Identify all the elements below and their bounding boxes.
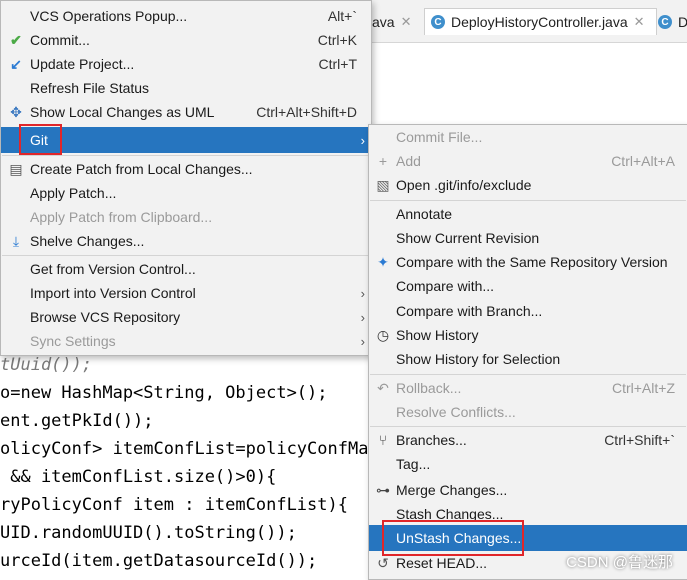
menu-item-show-history[interactable]: ◷ Show History: [369, 323, 687, 347]
patch-icon: ▤: [9, 160, 23, 177]
menu-item-commit-file: Commit File...: [396, 129, 483, 145]
menu-separator: [370, 426, 686, 427]
menu-item-branches[interactable]: ⑂ Branches... Ctrl+Shift+`: [369, 428, 687, 452]
menu-item-add: + Add Ctrl+Alt+A: [369, 149, 687, 173]
menu-separator: [370, 200, 686, 201]
menu-item-get-from-vcs[interactable]: Get from Version Control...: [1, 257, 371, 281]
menu-item-compare-same-repo-version[interactable]: ✦ Compare with the Same Repository Versi…: [369, 250, 687, 274]
menu-item-rollback: ↶ Rollback... Ctrl+Alt+Z: [369, 376, 687, 400]
close-icon[interactable]: ✕: [401, 14, 412, 30]
file-icon: ▧: [376, 176, 390, 193]
code-line: olicyConf> itemConfList=policyConfMap: [0, 439, 379, 459]
menu-item-show-current-revision[interactable]: Show Current Revision: [369, 226, 687, 250]
plus-icon: +: [378, 153, 388, 169]
menu-item-apply-patch-clipboard: Apply Patch from Clipboard...: [30, 209, 213, 225]
menu-item-compare-with-branch[interactable]: Compare with Branch...: [369, 299, 687, 323]
menu-item-show-history-selection[interactable]: Show History for Selection: [369, 347, 687, 371]
rollback-icon: ↶: [377, 379, 389, 396]
close-icon[interactable]: ✕: [634, 14, 645, 30]
code-line: UID.randomUUID().toString());: [0, 523, 297, 543]
menu-item-show-local-changes-uml[interactable]: ✥ Show Local Changes as UML Ctrl+Alt+Shi…: [1, 100, 371, 124]
menu-item-browse-vcs-repository[interactable]: Browse VCS Repository ›: [1, 305, 371, 329]
menu-item-update-project[interactable]: ↙ Update Project... Ctrl+T: [1, 52, 371, 76]
menu-item-import-into-vcs[interactable]: Import into Version Control ›: [1, 281, 371, 305]
tab-label: ava: [372, 14, 395, 30]
menu-separator: [2, 155, 370, 156]
menu-item-resolve-conflicts: Resolve Conflicts...: [396, 404, 516, 420]
editor-tab[interactable]: ava ✕: [372, 10, 411, 34]
code-line: ent.getPkId());: [0, 411, 154, 431]
chevron-right-icon: ›: [360, 333, 365, 349]
code-line: ryPolicyConf item : itemConfList){: [0, 495, 348, 515]
uml-icon: ✥: [10, 103, 22, 120]
menu-item-commit[interactable]: ✔ Commit... Ctrl+K: [1, 28, 371, 52]
chevron-right-icon: ›: [360, 285, 365, 301]
menu-separator: [2, 255, 370, 256]
editor-tab-active[interactable]: C DeployHistoryController.java ✕: [424, 8, 657, 35]
shelve-icon: ⤓: [12, 232, 20, 249]
update-arrow-icon: ↙: [10, 55, 22, 72]
chevron-right-icon: ›: [360, 132, 365, 148]
menu-item-open-git-exclude[interactable]: ▧ Open .git/info/exclude: [369, 173, 687, 197]
menu-item-refresh-file-status[interactable]: Refresh File Status: [1, 76, 371, 100]
code-line: urceId(item.getDatasourceId());: [0, 551, 318, 571]
menu-item-sync-settings: Sync Settings ›: [30, 333, 365, 349]
watermark: CSDN @鲁迷那: [566, 554, 673, 571]
compare-icon: ✦: [377, 253, 389, 270]
menu-item-create-patch[interactable]: ▤ Create Patch from Local Changes...: [1, 157, 371, 181]
unstash-highlight-box: [382, 520, 524, 556]
menu-item-apply-patch[interactable]: Apply Patch...: [1, 181, 371, 205]
vcs-menu: VCS Operations Popup... Alt+` ✔ Commit..…: [0, 0, 372, 356]
branch-icon: ⑂: [378, 432, 388, 448]
chevron-right-icon: ›: [360, 309, 365, 325]
clock-icon: ◷: [376, 326, 390, 343]
class-icon: C: [658, 15, 672, 29]
menu-item-tag[interactable]: Tag...: [369, 452, 687, 476]
menu-separator: [370, 374, 686, 375]
code-line: && itemConfList.size()>0){: [0, 467, 277, 487]
code-line: o=new HashMap<String, Object>();: [0, 383, 328, 403]
editor-tab[interactable]: C D: [658, 10, 687, 34]
git-submenu: Commit File... + Add Ctrl+Alt+A ▧ Open .…: [368, 124, 687, 580]
menu-item-annotate[interactable]: Annotate: [369, 202, 687, 226]
menu-item-compare-with[interactable]: Compare with...: [369, 274, 687, 298]
tab-label: D: [678, 14, 687, 30]
merge-icon: ⊶: [376, 481, 390, 498]
reset-icon: ↺: [377, 554, 389, 571]
code-line: tUuid());: [0, 355, 93, 375]
tab-label: DeployHistoryController.java: [451, 14, 628, 30]
class-icon: C: [431, 15, 445, 29]
check-icon: ✔: [10, 31, 22, 48]
git-highlight-box: [19, 124, 62, 155]
menu-item-shelve-changes[interactable]: ⤓ Shelve Changes...: [1, 229, 371, 253]
menu-item-vcs-operations-popup[interactable]: VCS Operations Popup... Alt+`: [1, 4, 371, 28]
menu-item-merge-changes[interactable]: ⊶ Merge Changes...: [369, 478, 687, 502]
